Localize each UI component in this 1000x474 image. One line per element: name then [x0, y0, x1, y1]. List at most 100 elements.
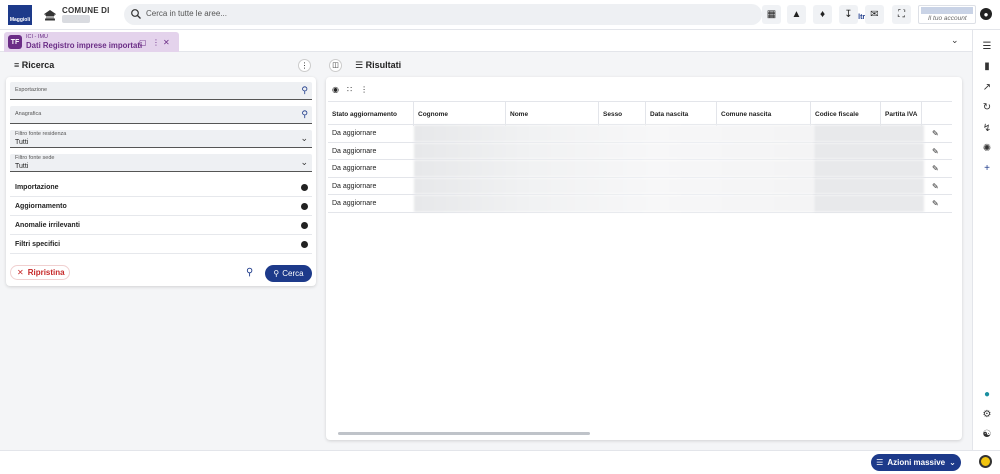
field-label: Esportazione [15, 87, 48, 93]
filtro-fonte-residenza-select[interactable]: Filtro fonte residenza Tutti ⌄ [10, 130, 312, 148]
table-row[interactable]: Da aggiornare ✎ [328, 160, 952, 178]
col-codice-fiscale[interactable]: Codice fiscale [811, 102, 881, 126]
tab-dati-registro-imprese[interactable]: TF ICI - IMU Dati Registro imprese impor… [4, 32, 179, 52]
add-icon[interactable]: + [980, 161, 994, 175]
redacted-cells [414, 142, 814, 160]
bottom-bar: ☰ Azioni massive ⌄ [0, 450, 1000, 474]
edit-icon[interactable]: ✎ [932, 164, 939, 173]
section-aggiornamento[interactable]: Aggiornamento [10, 198, 312, 216]
user-icon[interactable]: ● [980, 8, 992, 20]
col-cognome[interactable]: Cognome [414, 102, 506, 126]
redacted-cells [414, 195, 814, 212]
search-icon [131, 9, 141, 19]
tab-badge: TF [8, 35, 22, 49]
ricerca-more-icon[interactable]: ⋮ [298, 59, 311, 72]
accessibility-person-icon[interactable]: ☯ [980, 427, 994, 441]
horizontal-scrollbar[interactable] [332, 431, 952, 436]
field-label: Filtro fonte sede [15, 155, 55, 161]
anagrafica-field[interactable]: Anagrafica ⚲ [10, 106, 312, 124]
download-icon[interactable]: ↧ [839, 5, 858, 24]
col-stato-aggiornamento[interactable]: Stato aggiornamento [328, 102, 414, 126]
section-label: Importazione [15, 184, 59, 191]
global-search-bar[interactable]: Cerca in tutte le aree... ▼ Filtra [124, 4, 876, 25]
close-icon[interactable]: ✕ [163, 38, 170, 47]
col-data-nascita[interactable]: Data nascita [646, 102, 717, 126]
chevron-down-icon: ⌄ [949, 458, 956, 467]
list-icon[interactable]: ☰ [980, 39, 994, 53]
search-input[interactable]: Cerca in tutte le aree... [146, 9, 227, 18]
redacted-cells [814, 142, 924, 160]
account-box[interactable]: Il tuo account [918, 5, 976, 24]
plug-icon[interactable]: ↯ [980, 121, 994, 135]
risultati-card: ◉ ∷ ⋮ Stato aggiornamento Cognome Nome S… [326, 77, 962, 440]
search-icon: ⚲ [273, 269, 280, 278]
section-filtri-specifici[interactable]: Filtri specifici [10, 236, 312, 254]
accessibility-icon[interactable] [979, 455, 992, 468]
filtro-fonte-sede-select[interactable]: Filtro fonte sede Tutti ⌄ [10, 154, 312, 172]
table-row[interactable]: Da aggiornare ✎ [328, 125, 952, 143]
expand-icon [301, 184, 308, 191]
fullscreen-icon[interactable]: ⛶ [892, 5, 911, 24]
tab-row: TF ICI - IMU Dati Registro imprese impor… [0, 30, 972, 52]
table-row[interactable]: Da aggiornare ✎ [328, 142, 952, 161]
tab-subtitle: ICI - IMU [26, 34, 48, 40]
list-icon: ☰ [355, 60, 364, 70]
zoom-search-icon[interactable]: ⚲ [246, 267, 253, 278]
col-nome[interactable]: Nome [506, 102, 599, 126]
mail-icon[interactable]: ✉ [865, 5, 884, 24]
apps-grid-icon[interactable]: ▦ [762, 5, 781, 24]
ricerca-title: Ricerca [21, 60, 55, 70]
table-row[interactable]: Da aggiornare ✎ [328, 195, 952, 213]
expand-icon [301, 241, 308, 248]
ripristina-button[interactable]: ✕ Ripristina [10, 265, 70, 280]
cell-stato: Da aggiornare [332, 147, 377, 155]
book-icon[interactable]: ▮ [980, 59, 994, 73]
search-icon[interactable]: ⚲ [301, 85, 308, 96]
redacted-cells [414, 177, 814, 195]
eye-icon[interactable]: ◉ [332, 85, 339, 94]
history-icon[interactable]: ↻ [980, 100, 994, 114]
field-value: Tutti [15, 163, 29, 170]
gear-icon[interactable]: ⚙ [980, 407, 994, 421]
section-label: Filtri specifici [15, 241, 61, 248]
pin-icon[interactable]: ▢ [139, 38, 147, 47]
trend-icon[interactable]: ↗ [980, 80, 994, 94]
col-comune-nascita[interactable]: Comune nascita [717, 102, 811, 126]
warning-icon[interactable]: ▲ [787, 5, 806, 24]
account-name-redacted [921, 7, 973, 14]
table-row[interactable]: Da aggiornare ✎ [328, 177, 952, 196]
cerca-button[interactable]: ⚲ Cerca [265, 265, 312, 282]
maggioli-logo[interactable]: Maggioli [8, 5, 32, 25]
account-subtitle: Il tuo account [928, 15, 967, 22]
right-rail: ☰ ▮ ↗ ↻ ↯ ✺ + ● ⚙ ☯ [972, 30, 1000, 450]
col-partita-iva[interactable]: Partita IVA [881, 102, 922, 126]
search-icon[interactable]: ⚲ [301, 109, 308, 120]
menu-icon: ☰ [876, 458, 884, 467]
esportazione-field[interactable]: Esportazione ⚲ [10, 82, 312, 100]
field-value: Tutti [15, 139, 29, 146]
more-icon[interactable]: ⋮ [360, 85, 368, 94]
location-pin-icon[interactable]: ● [980, 387, 994, 401]
bell-icon[interactable]: ♦ [813, 5, 832, 24]
edit-icon[interactable]: ✎ [932, 182, 939, 191]
table-toolbar: ◉ ∷ ⋮ [332, 85, 368, 94]
cell-stato: Da aggiornare [332, 182, 377, 190]
edit-icon[interactable]: ✎ [932, 147, 939, 156]
azioni-massive-button[interactable]: ☰ Azioni massive ⌄ [871, 454, 961, 471]
edit-icon[interactable]: ✎ [932, 199, 939, 208]
redacted-cells [414, 160, 814, 177]
more-icon[interactable]: ⋮ [152, 38, 160, 47]
redacted-cells [814, 177, 924, 195]
edit-icon[interactable]: ✎ [932, 129, 939, 138]
scrollbar-thumb[interactable] [338, 432, 590, 435]
toggle-panel-icon[interactable]: ◫ [329, 59, 342, 72]
section-anomalie-irrilevanti[interactable]: Anomalie irrilevanti [10, 217, 312, 235]
tab-title: Dati Registro imprese importati [26, 41, 143, 50]
density-icon[interactable]: ∷ [347, 85, 352, 94]
chevron-down-icon[interactable]: ⌄ [951, 35, 959, 46]
hub-icon[interactable]: ✺ [980, 141, 994, 155]
section-importazione[interactable]: Importazione [10, 179, 312, 197]
col-sesso[interactable]: Sesso [599, 102, 646, 126]
field-label: Filtro fonte residenza [15, 131, 67, 137]
comune-label: COMUNE DI [62, 6, 110, 15]
